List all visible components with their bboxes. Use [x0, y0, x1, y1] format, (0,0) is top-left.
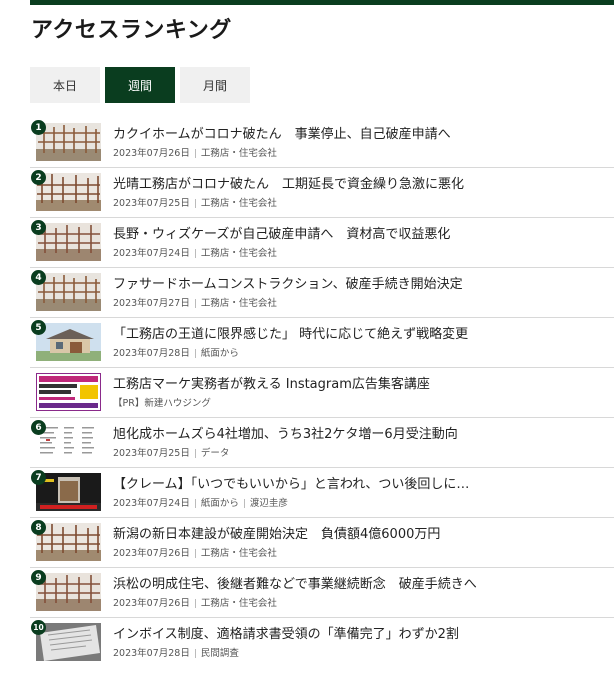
article-category[interactable]: 紙面から [201, 498, 239, 509]
article-category[interactable]: 工務店・住宅会社 [201, 148, 277, 159]
article-date: 2023年07月26日 [113, 548, 190, 559]
tab-monthly[interactable]: 月間 [180, 67, 250, 103]
meta-divider [243, 499, 245, 508]
rank-badge: 7 [31, 470, 46, 485]
meta-divider [194, 599, 196, 608]
article-meta: 2023年07月25日 工務店・住宅会社 [113, 195, 277, 209]
pr-banner-thumbnail[interactable] [36, 373, 101, 411]
article-date: 2023年07月25日 [113, 448, 190, 459]
article-category[interactable]: 工務店・住宅会社 [201, 598, 277, 609]
article-date: 2023年07月28日 [113, 348, 190, 359]
list-item[interactable]: 4 ファサードホームコンストラクション、破産手続き開始決定 2023年07月27… [30, 268, 614, 318]
article-author[interactable]: 渡辺圭彦 [250, 498, 288, 509]
list-item[interactable]: 2 光晴工務店がコロナ破たん 工期延長で資金繰り急激に悪化 2023年07月25… [30, 168, 614, 218]
article-category[interactable]: 工務店・住宅会社 [201, 248, 277, 259]
tab-weekly[interactable]: 週間 [105, 67, 175, 103]
meta-divider [194, 649, 196, 658]
meta-divider [194, 449, 196, 458]
meta-divider [194, 549, 196, 558]
article-date: 2023年07月25日 [113, 198, 190, 209]
meta-divider [194, 249, 196, 258]
rank-badge: 8 [31, 520, 46, 535]
article-title[interactable]: ファサードホームコンストラクション、破産手続き開始決定 [113, 273, 463, 292]
article-title[interactable]: 「工務店の王道に限界感じた」 時代に応じて絶えず戦略変更 [113, 323, 468, 342]
article-title[interactable]: カクイホームがコロナ破たん 事業停止、自己破産申請へ [113, 123, 451, 142]
tab-today[interactable]: 本日 [30, 67, 100, 103]
list-item-pr[interactable]: 工務店マーケ実務者が教える Instagram広告集客講座 【PR】新建ハウジン… [30, 368, 614, 418]
rank-badge: 3 [31, 220, 46, 235]
article-meta: 2023年07月25日 データ [113, 445, 229, 459]
list-item[interactable]: 7 【クレーム】「いつでもいいから」と言われ、つい後回しに… 2023年07月2… [30, 468, 614, 518]
article-title[interactable]: インボイス制度、適格請求書受領の「準備完了」わずか2割 [113, 623, 459, 642]
article-date: 2023年07月26日 [113, 598, 190, 609]
rank-badge: 1 [31, 120, 46, 135]
meta-divider [194, 499, 196, 508]
meta-divider [194, 349, 196, 358]
rank-badge: 5 [31, 320, 46, 335]
article-category[interactable]: 工務店・住宅会社 [201, 298, 277, 309]
article-title[interactable]: 浜松の明成住宅、後継者難などで事業継続断念 破産手続きへ [113, 573, 477, 592]
article-date: 2023年07月26日 [113, 148, 190, 159]
article-date: 2023年07月24日 [113, 498, 190, 509]
rank-badge: 10 [31, 620, 46, 635]
top-accent-bar [30, 0, 614, 5]
list-item[interactable]: 10 インボイス制度、適格請求書受領の「準備完了」わずか2割 2023年07月2… [30, 618, 614, 667]
article-category[interactable]: データ [201, 448, 230, 459]
rank-badge: 4 [31, 270, 46, 285]
article-title[interactable]: 【クレーム】「いつでもいいから」と言われ、つい後回しに… [113, 473, 469, 492]
list-item[interactable]: 5 「工務店の王道に限界感じた」 時代に応じて絶えず戦略変更 2023年07月2… [30, 318, 614, 368]
page-title: アクセスランキング [31, 18, 232, 43]
article-meta: 2023年07月24日 紙面から 渡辺圭彦 [113, 495, 288, 509]
article-meta: 2023年07月28日 紙面から [113, 345, 239, 359]
article-meta: 2023年07月27日 工務店・住宅会社 [113, 295, 277, 309]
rank-badge: 6 [31, 420, 46, 435]
article-category[interactable]: 民間調査 [201, 648, 239, 659]
list-item[interactable]: 9 浜松の明成住宅、後継者難などで事業継続断念 破産手続きへ 2023年07月2… [30, 568, 614, 618]
article-meta: 2023年07月24日 工務店・住宅会社 [113, 245, 277, 259]
meta-divider [194, 299, 196, 308]
article-category[interactable]: 工務店・住宅会社 [201, 548, 277, 559]
article-title[interactable]: 旭化成ホームズら4社増加、うち3社2ケタ増ー6月受注動向 [113, 423, 458, 442]
ranking-tabs: 本日 週間 月間 [30, 67, 255, 103]
list-item[interactable]: 3 長野・ウィズケーズが自己破産申請へ 資材高で収益悪化 2023年07月24日… [30, 218, 614, 268]
meta-divider [194, 199, 196, 208]
list-item[interactable]: 8 新潟の新日本建設が破産開始決定 負債額4億6000万円 2023年07月26… [30, 518, 614, 568]
article-meta: 2023年07月26日 工務店・住宅会社 [113, 145, 277, 159]
article-meta: 2023年07月26日 工務店・住宅会社 [113, 545, 277, 559]
article-title[interactable]: 光晴工務店がコロナ破たん 工期延長で資金繰り急激に悪化 [113, 173, 464, 192]
article-title[interactable]: 新潟の新日本建設が破産開始決定 負債額4億6000万円 [113, 523, 440, 542]
article-category[interactable]: 工務店・住宅会社 [201, 198, 277, 209]
article-title[interactable]: 工務店マーケ実務者が教える Instagram広告集客講座 [113, 373, 430, 392]
ranking-list: 1 カクイホームがコロナ破たん 事業停止、自己破産申請へ 2023年07月26日… [30, 118, 614, 667]
article-category[interactable]: 紙面から [201, 348, 239, 359]
rank-badge: 9 [31, 570, 46, 585]
article-meta: 2023年07月28日 民間調査 [113, 645, 239, 659]
article-date: 2023年07月27日 [113, 298, 190, 309]
article-title[interactable]: 長野・ウィズケーズが自己破産申請へ 資材高で収益悪化 [113, 223, 450, 242]
meta-divider [194, 149, 196, 158]
list-item[interactable]: 6 旭化成ホームズら4社増加、うち3社2ケタ増ー6月受注動向 2023年07月2… [30, 418, 614, 468]
article-date: 2023年07月28日 [113, 648, 190, 659]
rank-badge: 2 [31, 170, 46, 185]
pr-sponsor-label: 【PR】新建ハウジング [113, 398, 211, 409]
list-item[interactable]: 1 カクイホームがコロナ破たん 事業停止、自己破産申請へ 2023年07月26日… [30, 118, 614, 168]
article-date: 2023年07月24日 [113, 248, 190, 259]
article-meta: 2023年07月26日 工務店・住宅会社 [113, 595, 277, 609]
